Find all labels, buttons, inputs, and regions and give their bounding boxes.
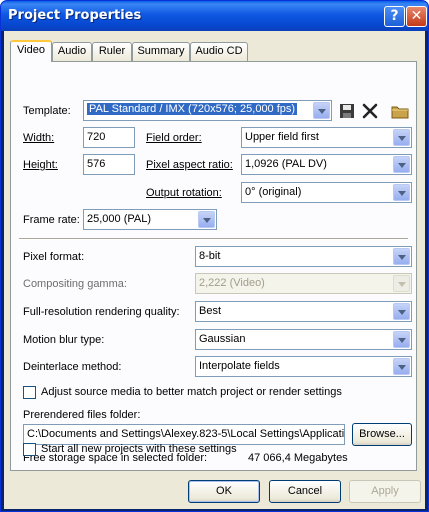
- frame-rate-dropdown[interactable]: 25,000 (PAL): [83, 209, 217, 230]
- help-button[interactable]: ?: [384, 6, 405, 27]
- deinterlace-value: Interpolate fields: [199, 360, 280, 372]
- title-bar[interactable]: Project Properties ? ✕: [1, 1, 428, 31]
- output-rotation-dropdown[interactable]: 0° (original): [241, 182, 412, 203]
- window-title: Project Properties: [8, 8, 142, 23]
- folder-icon[interactable]: [390, 101, 410, 121]
- compositing-gamma-dropdown: 2,222 (Video): [195, 273, 412, 294]
- chevron-down-icon: [393, 248, 410, 265]
- template-label: Template:: [23, 105, 71, 117]
- field-order-label: Field order:: [146, 132, 202, 144]
- deinterlace-label: Deinterlace method:: [23, 361, 122, 373]
- pixel-format-dropdown[interactable]: 8-bit: [195, 246, 412, 267]
- video-tab-panel: Template: PAL Standard / IMX (720x576; 2…: [10, 61, 417, 471]
- width-label: Width:: [23, 132, 55, 144]
- tab-audio[interactable]: Audio: [52, 42, 92, 61]
- save-icon[interactable]: [337, 101, 357, 121]
- chevron-down-icon: [393, 156, 410, 173]
- motion-blur-value: Gaussian: [199, 333, 246, 345]
- project-properties-window: Project Properties ? ✕ Video Audio Ruler…: [0, 0, 429, 512]
- adjust-source-checkbox[interactable]: [23, 386, 36, 399]
- template-value: PAL Standard / IMX (720x576; 25,000 fps): [87, 103, 298, 115]
- render-quality-value: Best: [199, 305, 222, 317]
- section-divider: [19, 238, 408, 240]
- field-order-dropdown[interactable]: Upper field first: [241, 127, 412, 148]
- tab-summary[interactable]: Summary: [132, 42, 190, 61]
- render-quality-label: Full-resolution rendering quality:: [23, 306, 180, 318]
- chevron-down-icon: [393, 331, 410, 348]
- height-label: Height:: [23, 159, 58, 171]
- close-button[interactable]: ✕: [406, 6, 427, 27]
- tab-video[interactable]: Video: [10, 40, 52, 62]
- chevron-down-icon: [393, 303, 410, 320]
- chevron-down-icon: [393, 129, 410, 146]
- compositing-gamma-value: 2,222 (Video): [199, 277, 265, 289]
- cancel-button[interactable]: Cancel: [269, 480, 341, 503]
- template-dropdown[interactable]: PAL Standard / IMX (720x576; 25,000 fps): [83, 100, 332, 121]
- apply-button: Apply: [349, 480, 421, 503]
- field-order-value: Upper field first: [245, 131, 319, 143]
- chevron-down-icon: [393, 275, 410, 292]
- tab-audio-cd[interactable]: Audio CD: [190, 42, 248, 61]
- render-quality-dropdown[interactable]: Best: [195, 301, 412, 322]
- free-space-value: 47 066,4 Megabytes: [248, 452, 348, 464]
- output-rotation-value: 0° (original): [245, 186, 302, 198]
- motion-blur-label: Motion blur type:: [23, 334, 105, 346]
- adjust-source-label[interactable]: Adjust source media to better match proj…: [41, 386, 342, 398]
- start-all-label[interactable]: Start all new projects with these settin…: [41, 443, 237, 455]
- chevron-down-icon: [393, 184, 410, 201]
- tab-ruler[interactable]: Ruler: [92, 42, 132, 61]
- chevron-down-icon: [313, 102, 330, 119]
- start-all-checkbox[interactable]: [23, 443, 36, 456]
- prerendered-path-input[interactable]: C:\Documents and Settings\Alexey.823-5\L…: [23, 424, 345, 445]
- frame-rate-label: Frame rate:: [23, 214, 80, 226]
- pixel-format-value: 8-bit: [199, 250, 221, 262]
- browse-button[interactable]: Browse...: [352, 423, 412, 446]
- pixel-aspect-dropdown[interactable]: 1,0926 (PAL DV): [241, 154, 412, 175]
- chevron-down-icon: [198, 211, 215, 228]
- compositing-gamma-label: Compositing gamma:: [23, 278, 127, 290]
- chevron-down-icon: [393, 358, 410, 375]
- dialog-body: Video Audio Ruler Summary Audio CD Templ…: [4, 31, 425, 509]
- output-rotation-label: Output rotation:: [146, 187, 222, 199]
- width-input[interactable]: 720: [83, 127, 135, 148]
- height-input[interactable]: 576: [83, 154, 135, 175]
- pixel-aspect-label: Pixel aspect ratio:: [146, 159, 233, 171]
- frame-rate-value: 25,000 (PAL): [87, 213, 152, 225]
- deinterlace-dropdown[interactable]: Interpolate fields: [195, 356, 412, 377]
- prerendered-label: Prerendered files folder:: [23, 409, 141, 421]
- pixel-format-label: Pixel format:: [23, 251, 85, 263]
- pixel-aspect-value: 1,0926 (PAL DV): [245, 158, 327, 170]
- delete-icon[interactable]: [360, 101, 380, 121]
- motion-blur-dropdown[interactable]: Gaussian: [195, 329, 412, 350]
- ok-button[interactable]: OK: [188, 480, 260, 503]
